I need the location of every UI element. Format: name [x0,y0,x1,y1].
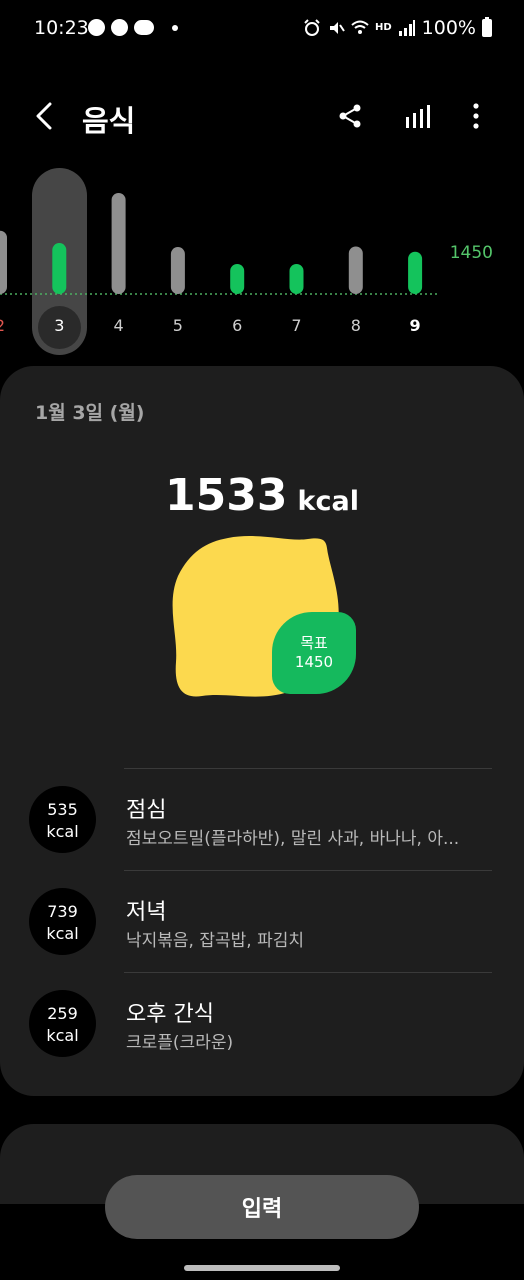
hd-voice-icon: HD [375,22,392,33]
more-vertical-icon [473,103,479,129]
calorie-bars [0,192,438,295]
x-label-day-8[interactable]: 8 [341,316,371,335]
bar-day-6[interactable] [230,264,245,294]
app-header: 음식 [0,84,524,148]
divider [124,870,492,871]
meal-kcal-badge: 739 kcal [29,888,96,955]
battery-percent: 100% [421,17,476,39]
battery-icon [482,17,492,37]
bar-day-9[interactable] [408,251,423,294]
share-button[interactable] [330,96,370,136]
signal-icon [398,20,415,36]
meal-item-snack[interactable]: 259 kcal 오후 간식 크로플(크라운) [0,972,524,1072]
input-button[interactable]: 입력 [105,1175,419,1239]
status-bar: 10:23 HD 100% [0,0,524,56]
meal-description: 크로플(크라운) [126,1033,234,1053]
divider [124,768,492,769]
meal-kcal-value: 739 [47,902,78,921]
share-icon [339,104,361,128]
meal-kcal-badge: 535 kcal [29,786,96,853]
bar-chart-icon [406,105,430,128]
status-time: 10:23 [34,17,89,39]
meal-name: 오후 간식 [126,1002,214,1027]
selected-date: 1월 3일 (월) [35,402,145,424]
bar-day-4[interactable] [111,192,126,294]
meal-kcal-unit: kcal [46,1026,79,1045]
more-notifications-dot [172,24,178,31]
app-notification-icon [111,19,128,36]
home-indicator[interactable] [184,1265,340,1271]
day-summary-card: 1월 3일 (월) 1533 kcal 목표 1450 535 kcal 점심 점… [0,366,524,1096]
status-indicators: HD 100% [303,17,492,39]
x-label-day-9[interactable]: 9 [400,316,430,335]
meal-kcal-value: 259 [47,1004,78,1023]
mute-icon [330,22,345,34]
total-calories: 1533 kcal [0,470,524,521]
meal-description: 낙지볶음, 잡곡밥, 파김치 [126,931,305,951]
x-label-day-2[interactable]: 2 [0,316,15,335]
more-options-button[interactable] [456,96,496,136]
wifi-icon [351,20,369,34]
meal-name: 점심 [126,798,167,823]
alarm-icon [304,19,320,36]
bar-day-3[interactable] [52,243,67,294]
meal-kcal-unit: kcal [46,822,79,841]
bar-day-7[interactable] [289,264,304,294]
meal-item-lunch[interactable]: 535 kcal 점심 점보오트밀(플라하반), 말린 사과, 바나나, 아..… [0,768,524,868]
meal-kcal-value: 535 [47,800,78,819]
meal-kcal-unit: kcal [46,924,79,943]
notification-icons [88,19,178,36]
talk-notification-icon [134,20,154,35]
divider [124,972,492,973]
x-label-day-3[interactable]: 3 [44,316,74,335]
bar-day-5[interactable] [170,247,185,294]
trends-button[interactable] [398,96,438,136]
page-title: 음식 [82,104,136,138]
goal-badge: 목표 1450 [272,612,356,694]
back-arrow-icon [36,102,52,130]
bar-day-2[interactable] [0,230,7,294]
daily-calorie-chart[interactable]: 2 3 4 5 6 7 8 9 1450 [0,160,524,360]
x-label-day-5[interactable]: 5 [163,316,193,335]
x-label-day-4[interactable]: 4 [104,316,134,335]
meal-description: 점보오트밀(플라하반), 말린 사과, 바나나, 아... [126,829,460,849]
meal-item-dinner[interactable]: 739 kcal 저녁 낙지볶음, 잡곡밥, 파김치 [0,870,524,970]
meal-name: 저녁 [126,900,167,925]
x-label-day-7[interactable]: 7 [282,316,312,335]
meal-kcal-badge: 259 kcal [29,990,96,1057]
goal-badge-label: 목표 [300,634,328,652]
total-kcal-value: 1533 [165,470,288,521]
x-label-day-6[interactable]: 6 [222,316,252,335]
bar-day-8[interactable] [348,246,363,295]
total-kcal-unit: kcal [297,486,359,517]
back-button[interactable] [28,96,64,136]
goal-badge-value: 1450 [294,653,334,671]
goal-line-label: 1450 [449,243,493,263]
app-notification-icon [88,19,105,36]
